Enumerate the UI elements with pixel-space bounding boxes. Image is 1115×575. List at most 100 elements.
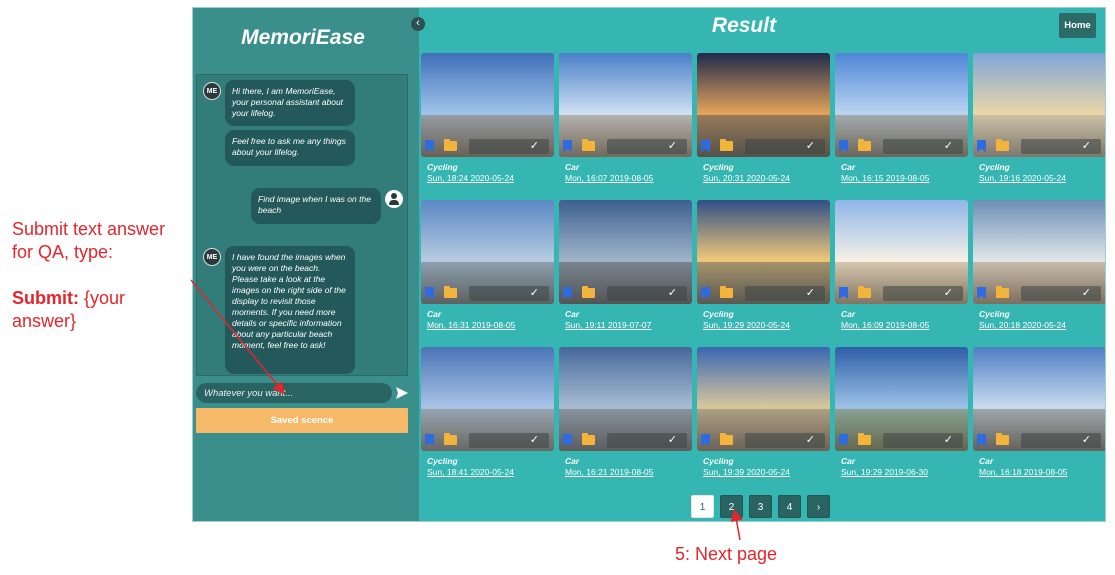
result-thumbnail[interactable]: ✓ bbox=[559, 347, 692, 451]
result-card[interactable]: ✓ Cycling Sun, 19:39 2020-05-24 bbox=[697, 347, 830, 477]
result-date-link[interactable]: Sun, 19:39 2020-05-24 bbox=[697, 467, 830, 477]
result-date-link[interactable]: Sun, 18:41 2020-05-24 bbox=[421, 467, 554, 477]
select-checkbox[interactable]: ✓ bbox=[1021, 139, 1101, 154]
folder-icon[interactable] bbox=[582, 139, 595, 151]
home-button[interactable]: Home bbox=[1059, 13, 1096, 38]
select-checkbox[interactable]: ✓ bbox=[607, 286, 687, 301]
folder-icon[interactable] bbox=[444, 139, 457, 151]
thumbnail-actions: ✓ bbox=[697, 429, 830, 451]
send-icon[interactable] bbox=[395, 386, 409, 400]
select-checkbox[interactable]: ✓ bbox=[469, 286, 549, 301]
select-checkbox[interactable]: ✓ bbox=[1021, 286, 1101, 301]
bookmark-icon[interactable] bbox=[425, 287, 434, 299]
result-card[interactable]: ✓ Cycling Sun, 19:16 2020-05-24 bbox=[973, 53, 1105, 183]
bookmark-icon[interactable] bbox=[977, 287, 986, 299]
result-card[interactable]: ✓ Car Sun, 19:29 2019-06-30 bbox=[835, 347, 968, 477]
result-card[interactable]: ✓ Cycling Sun, 19:29 2020-05-24 bbox=[697, 200, 830, 330]
folder-icon[interactable] bbox=[444, 433, 457, 445]
result-thumbnail[interactable]: ✓ bbox=[697, 200, 830, 304]
folder-icon[interactable] bbox=[858, 139, 871, 151]
select-checkbox[interactable]: ✓ bbox=[883, 286, 963, 301]
result-date-link[interactable]: Sun, 18:24 2020-05-24 bbox=[421, 173, 554, 183]
bookmark-icon[interactable] bbox=[839, 287, 848, 299]
folder-icon[interactable] bbox=[996, 286, 1009, 298]
saved-scene-button[interactable]: Saved scence bbox=[196, 408, 408, 433]
page-button-4[interactable]: 4 bbox=[778, 495, 801, 518]
result-card[interactable]: ✓ Cycling Sun, 18:24 2020-05-24 bbox=[421, 53, 554, 183]
result-card[interactable]: ✓ Car Mon, 16:31 2019-08-05 bbox=[421, 200, 554, 330]
page-button-2[interactable]: 2 bbox=[720, 495, 743, 518]
bookmark-icon[interactable] bbox=[839, 140, 848, 152]
result-card[interactable]: ✓ Car Sun, 19:11 2019-07-07 bbox=[559, 200, 692, 330]
result-card[interactable]: ✓ Car Mon, 16:07 2019-08-05 bbox=[559, 53, 692, 183]
result-date-link[interactable]: Mon, 16:15 2019-08-05 bbox=[835, 173, 968, 183]
bookmark-icon[interactable] bbox=[563, 140, 572, 152]
bookmark-icon[interactable] bbox=[563, 287, 572, 299]
result-card[interactable]: ✓ Cycling Sun, 18:41 2020-05-24 bbox=[421, 347, 554, 477]
bookmark-icon[interactable] bbox=[839, 434, 848, 446]
result-thumbnail[interactable]: ✓ bbox=[835, 200, 968, 304]
bookmark-icon[interactable] bbox=[701, 140, 710, 152]
result-thumbnail[interactable]: ✓ bbox=[559, 53, 692, 157]
folder-icon[interactable] bbox=[720, 433, 733, 445]
result-thumbnail[interactable]: ✓ bbox=[421, 53, 554, 157]
result-date-link[interactable]: Mon, 16:18 2019-08-05 bbox=[973, 467, 1105, 477]
bookmark-icon[interactable] bbox=[425, 434, 434, 446]
result-date-link[interactable]: Sun, 19:29 2020-05-24 bbox=[697, 320, 830, 330]
bookmark-icon[interactable] bbox=[977, 140, 986, 152]
result-card[interactable]: ✓ Car Mon, 16:21 2019-08-05 bbox=[559, 347, 692, 477]
result-date-link[interactable]: Sun, 20:18 2020-05-24 bbox=[973, 320, 1105, 330]
result-date-link[interactable]: Sun, 19:11 2019-07-07 bbox=[559, 320, 692, 330]
result-date-link[interactable]: Mon, 16:09 2019-08-05 bbox=[835, 320, 968, 330]
result-thumbnail[interactable]: ✓ bbox=[421, 200, 554, 304]
select-checkbox[interactable]: ✓ bbox=[883, 139, 963, 154]
result-thumbnail[interactable]: ✓ bbox=[835, 53, 968, 157]
result-thumbnail[interactable]: ✓ bbox=[421, 347, 554, 451]
select-checkbox[interactable]: ✓ bbox=[469, 433, 549, 448]
result-card[interactable]: ✓ Cycling Sun, 20:31 2020-05-24 bbox=[697, 53, 830, 183]
result-date-link[interactable]: Sun, 19:29 2019-06-30 bbox=[835, 467, 968, 477]
select-checkbox[interactable]: ✓ bbox=[745, 286, 825, 301]
bookmark-icon[interactable] bbox=[563, 434, 572, 446]
select-checkbox[interactable]: ✓ bbox=[607, 433, 687, 448]
folder-icon[interactable] bbox=[444, 286, 457, 298]
result-thumbnail[interactable]: ✓ bbox=[973, 53, 1105, 157]
result-thumbnail[interactable]: ✓ bbox=[973, 200, 1105, 304]
bookmark-icon[interactable] bbox=[425, 140, 434, 152]
chat-input[interactable] bbox=[196, 383, 392, 404]
select-checkbox[interactable]: ✓ bbox=[469, 139, 549, 154]
result-thumbnail[interactable]: ✓ bbox=[973, 347, 1105, 451]
result-date-link[interactable]: Mon, 16:31 2019-08-05 bbox=[421, 320, 554, 330]
result-date-link[interactable]: Sun, 20:31 2020-05-24 bbox=[697, 173, 830, 183]
result-card[interactable]: ✓ Car Mon, 16:18 2019-08-05 bbox=[973, 347, 1105, 477]
result-thumbnail[interactable]: ✓ bbox=[697, 53, 830, 157]
bookmark-icon[interactable] bbox=[701, 287, 710, 299]
bookmark-icon[interactable] bbox=[977, 434, 986, 446]
result-date-link[interactable]: Mon, 16:07 2019-08-05 bbox=[559, 173, 692, 183]
folder-icon[interactable] bbox=[996, 433, 1009, 445]
folder-icon[interactable] bbox=[858, 286, 871, 298]
result-card[interactable]: ✓ Car Mon, 16:15 2019-08-05 bbox=[835, 53, 968, 183]
folder-icon[interactable] bbox=[858, 433, 871, 445]
folder-icon[interactable] bbox=[720, 286, 733, 298]
folder-icon[interactable] bbox=[720, 139, 733, 151]
page-button-1[interactable]: 1 bbox=[691, 495, 714, 518]
select-checkbox[interactable]: ✓ bbox=[1021, 433, 1101, 448]
select-checkbox[interactable]: ✓ bbox=[883, 433, 963, 448]
result-card[interactable]: ✓ Car Mon, 16:09 2019-08-05 bbox=[835, 200, 968, 330]
result-card[interactable]: ✓ Cycling Sun, 20:18 2020-05-24 bbox=[973, 200, 1105, 330]
folder-icon[interactable] bbox=[582, 286, 595, 298]
result-date-link[interactable]: Sun, 19:16 2020-05-24 bbox=[973, 173, 1105, 183]
select-checkbox[interactable]: ✓ bbox=[745, 139, 825, 154]
select-checkbox[interactable]: ✓ bbox=[607, 139, 687, 154]
folder-icon[interactable] bbox=[996, 139, 1009, 151]
chevron-right-icon[interactable]: › bbox=[807, 495, 830, 518]
result-thumbnail[interactable]: ✓ bbox=[559, 200, 692, 304]
result-thumbnail[interactable]: ✓ bbox=[697, 347, 830, 451]
folder-icon[interactable] bbox=[582, 433, 595, 445]
select-checkbox[interactable]: ✓ bbox=[745, 433, 825, 448]
result-date-link[interactable]: Mon, 16:21 2019-08-05 bbox=[559, 467, 692, 477]
result-thumbnail[interactable]: ✓ bbox=[835, 347, 968, 451]
bookmark-icon[interactable] bbox=[701, 434, 710, 446]
page-button-3[interactable]: 3 bbox=[749, 495, 772, 518]
